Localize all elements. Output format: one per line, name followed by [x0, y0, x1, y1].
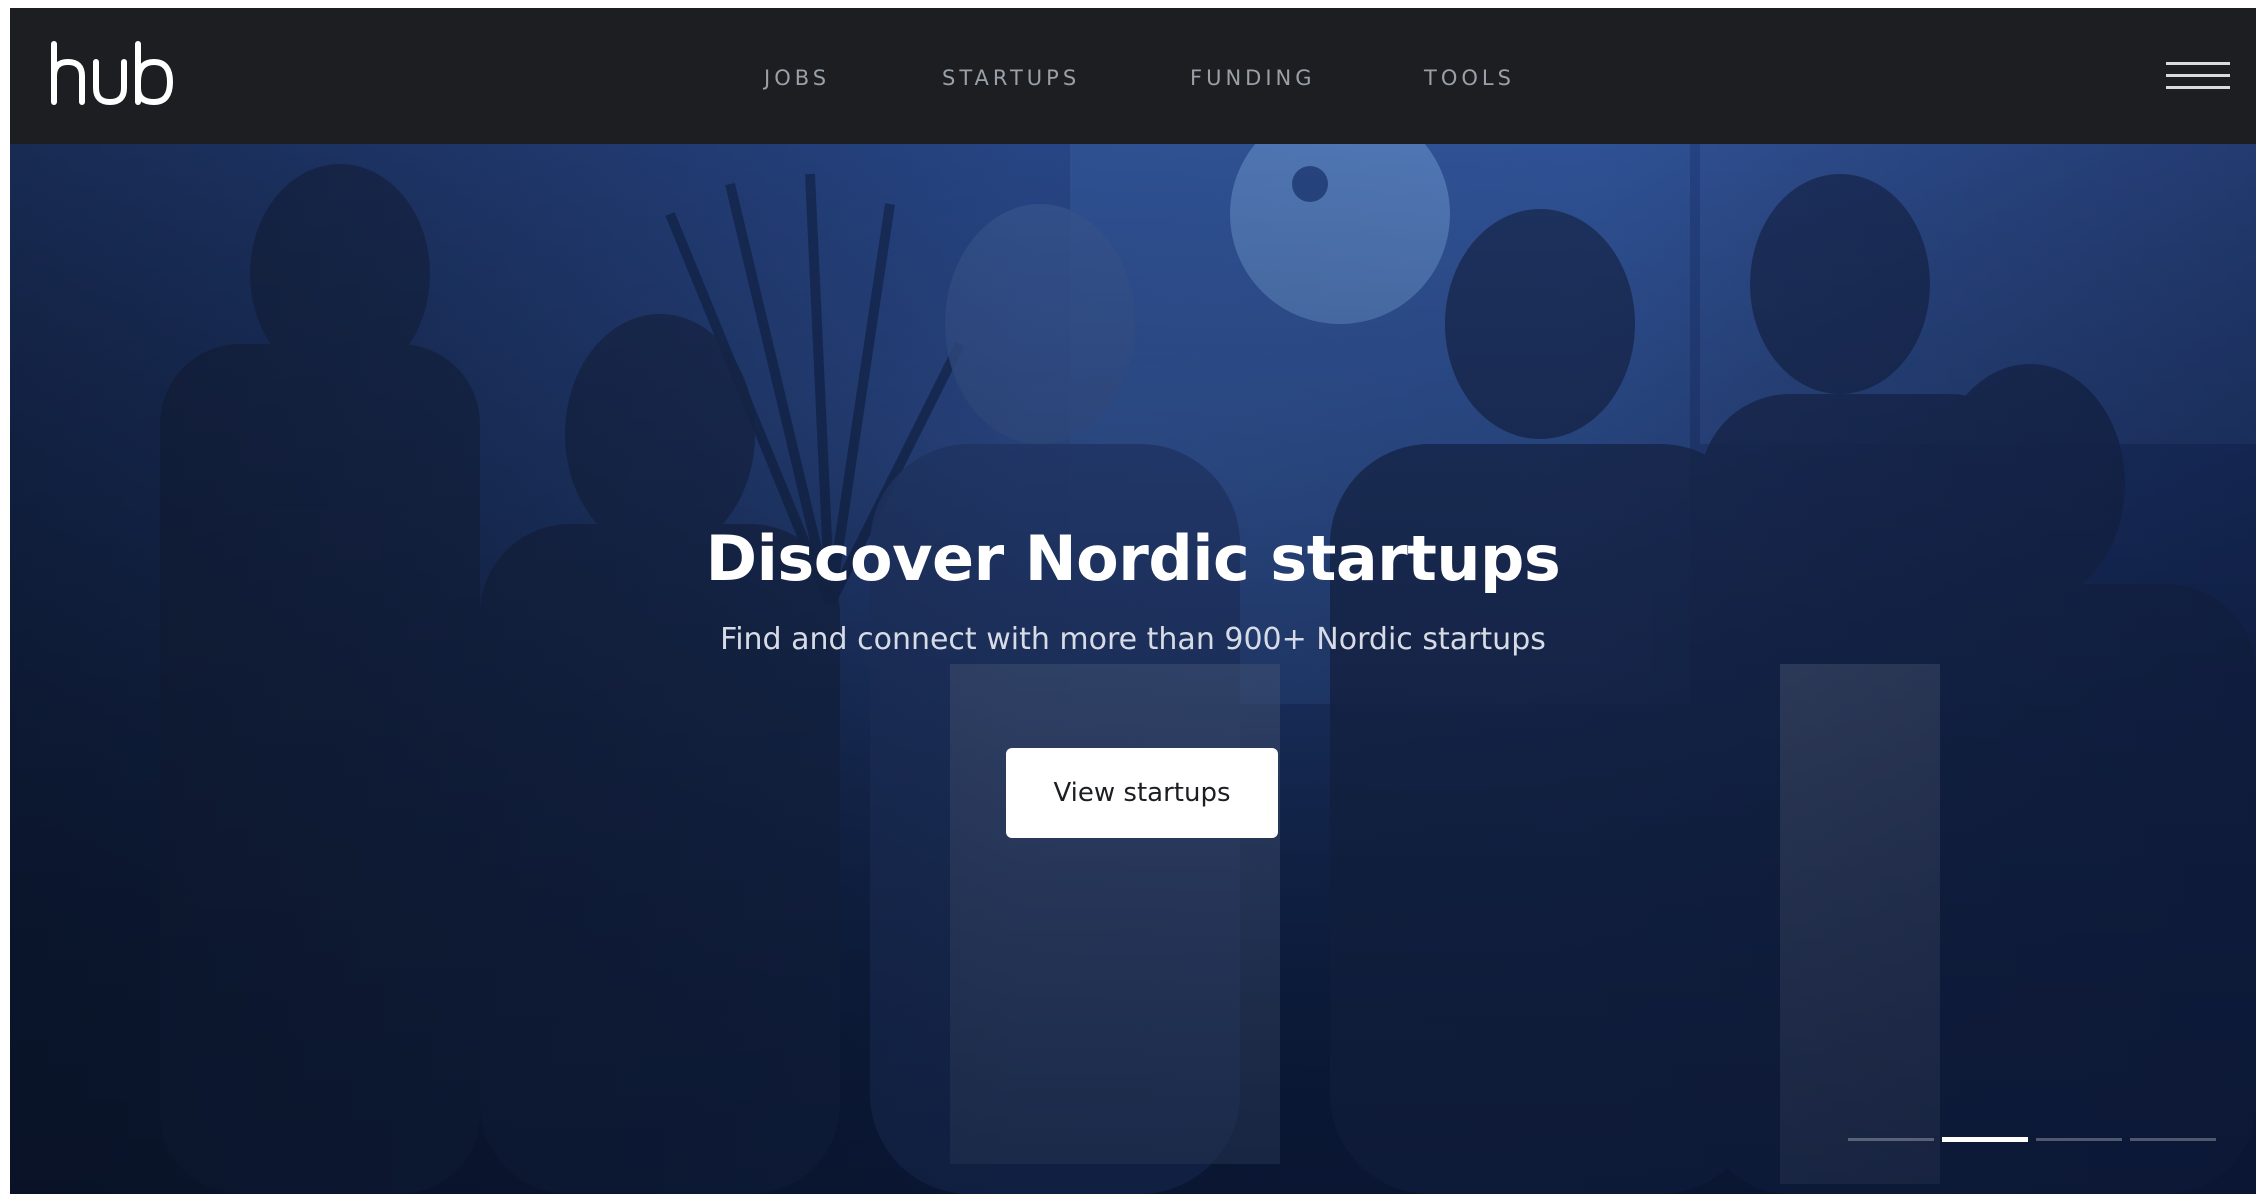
- main-nav: JOBS STARTUPS FUNDING TOOLS: [10, 8, 2256, 144]
- view-startups-button[interactable]: View startups: [1006, 748, 1278, 838]
- menu-line: [2166, 86, 2230, 89]
- hamburger-menu-icon[interactable]: [2166, 58, 2230, 94]
- menu-line: [2166, 74, 2230, 77]
- hero-title: Discover Nordic startups: [705, 522, 1561, 595]
- menu-line: [2166, 62, 2230, 65]
- carousel-indicator-1[interactable]: [1848, 1138, 1934, 1141]
- nav-item-startups[interactable]: STARTUPS: [942, 66, 1080, 90]
- page-frame: JOBS STARTUPS FUNDING TOOLS Discover Nor…: [10, 8, 2256, 1194]
- hero-section: Discover Nordic startups Find and connec…: [10, 144, 2256, 1194]
- top-navigation-bar: JOBS STARTUPS FUNDING TOOLS: [10, 8, 2256, 144]
- carousel-indicators: [1848, 1137, 2218, 1146]
- carousel-indicator-3[interactable]: [2036, 1138, 2122, 1141]
- hero-subtitle: Find and connect with more than 900+ Nor…: [720, 622, 1546, 657]
- carousel-indicator-4[interactable]: [2130, 1138, 2216, 1141]
- hero-color-overlay: [10, 144, 2256, 1194]
- nav-item-tools[interactable]: TOOLS: [1424, 66, 1515, 90]
- nav-item-jobs[interactable]: JOBS: [764, 66, 830, 90]
- nav-item-funding[interactable]: FUNDING: [1190, 66, 1316, 90]
- carousel-indicator-2-active[interactable]: [1942, 1137, 2028, 1142]
